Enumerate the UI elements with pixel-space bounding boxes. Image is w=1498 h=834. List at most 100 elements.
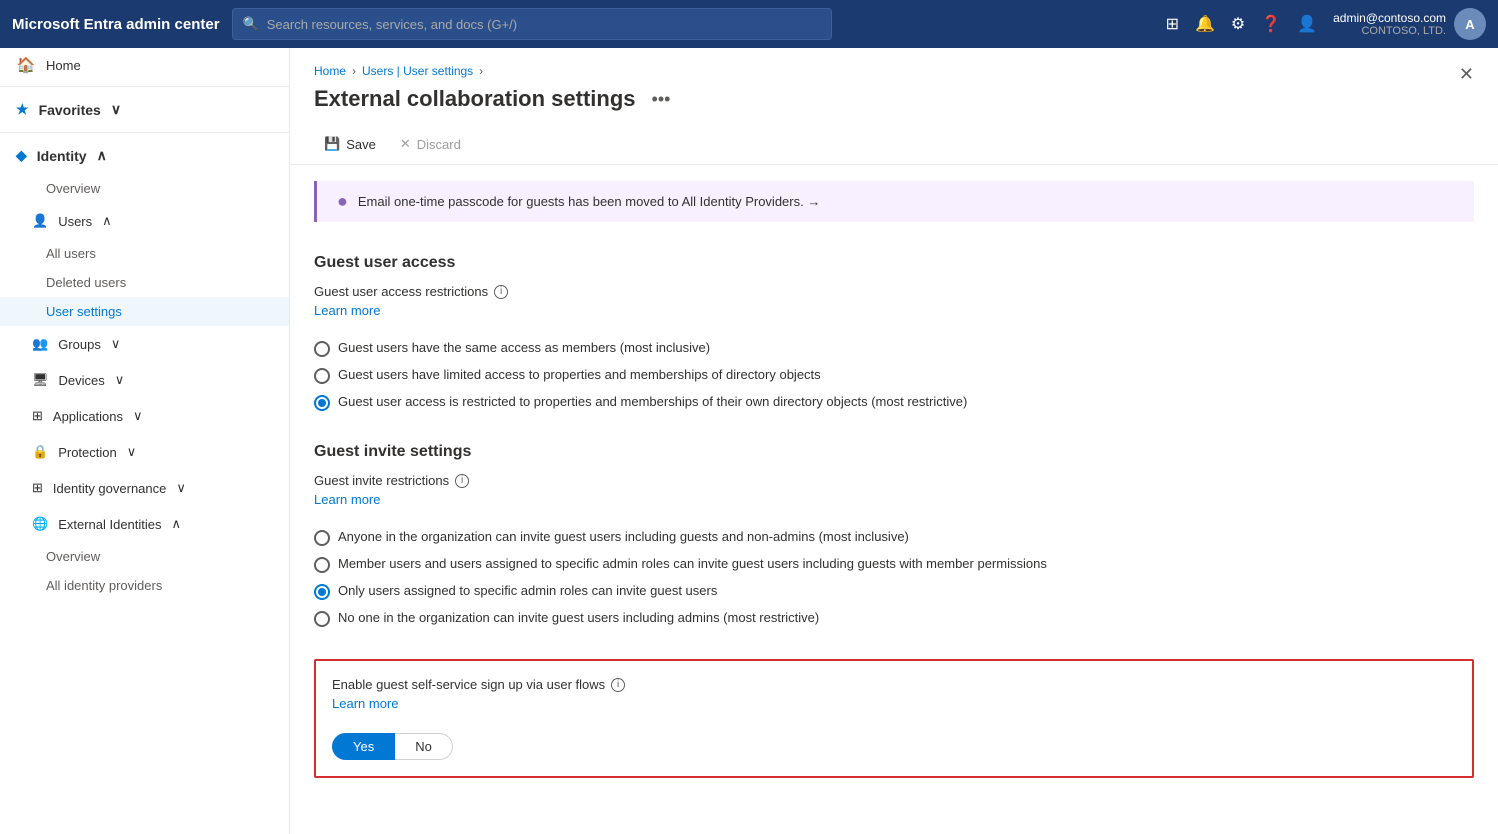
radio-invite-btn-1[interactable]: [314, 557, 330, 573]
self-service-info-icon[interactable]: i: [611, 678, 625, 692]
radio-invite-btn-2[interactable]: [314, 584, 330, 600]
divider-1: [0, 86, 289, 87]
home-icon: 🏠: [16, 56, 36, 74]
bell-icon[interactable]: 🔔: [1195, 14, 1215, 34]
overview-label: Overview: [46, 181, 100, 196]
applications-label: Applications: [53, 409, 123, 424]
sidebar-protection[interactable]: 🔒 Protection ∨: [0, 434, 289, 470]
sidebar-item-all-identity-providers[interactable]: All identity providers: [0, 571, 289, 600]
radio-invite-label-3: No one in the organization can invite gu…: [338, 610, 819, 625]
sidebar-devices[interactable]: 🖥 Devices ∨: [0, 362, 289, 398]
guest-invite-settings-section: Guest invite settings Guest invite restr…: [290, 427, 1498, 643]
guest-access-info-icon[interactable]: i: [494, 285, 508, 299]
breadcrumb-sep-2: ›: [479, 64, 483, 78]
self-service-label: Enable guest self-service sign up via us…: [332, 677, 1456, 692]
radio-btn-1[interactable]: [314, 368, 330, 384]
users-label: Users: [58, 214, 92, 229]
user-org: CONTOSO, LTD.: [1333, 25, 1446, 37]
sidebar-item-all-users[interactable]: All users: [0, 239, 289, 268]
guest-access-title: Guest user access: [314, 254, 1474, 272]
help-icon[interactable]: ❓: [1261, 14, 1281, 34]
sidebar-item-deleted-users[interactable]: Deleted users: [0, 268, 289, 297]
guest-invite-info-icon[interactable]: i: [455, 474, 469, 488]
feedback-icon[interactable]: 👤: [1297, 14, 1317, 34]
radio-invite-label-2: Only users assigned to specific admin ro…: [338, 583, 717, 598]
guest-access-learn-more[interactable]: Learn more: [314, 303, 380, 318]
self-service-box: Enable guest self-service sign up via us…: [314, 659, 1474, 778]
self-service-learn-more[interactable]: Learn more: [332, 696, 398, 711]
guest-invite-field-label: Guest invite restrictions i: [314, 473, 1474, 488]
sidebar-item-ext-overview[interactable]: Overview: [0, 542, 289, 571]
sidebar-external-identities[interactable]: 🌐 External Identities ∧: [0, 506, 289, 542]
user-info[interactable]: admin@contoso.com CONTOSO, LTD. A: [1333, 8, 1486, 40]
toggle-yes-button[interactable]: Yes: [332, 733, 395, 760]
notice-text: Email one-time passcode for guests has b…: [358, 194, 820, 209]
ellipsis-button[interactable]: •••: [646, 87, 677, 112]
sidebar-applications[interactable]: ⊞ Applications ∨: [0, 398, 289, 434]
external-icon: 🌐: [32, 516, 48, 532]
radio-label-2: Guest user access is restricted to prope…: [338, 394, 967, 409]
radio-invite-1[interactable]: Member users and users assigned to speci…: [314, 556, 1474, 573]
guest-user-access-section: Guest user access Guest user access rest…: [290, 238, 1498, 427]
identity-label: Identity: [37, 148, 87, 164]
radio-guest-access-0[interactable]: Guest users have the same access as memb…: [314, 340, 1474, 357]
sidebar-favorites[interactable]: ★ Favorites ∨: [0, 91, 289, 128]
radio-btn-2[interactable]: [314, 395, 330, 411]
top-nav-icons: ⊞ 🔔 ⚙ ❓ 👤 admin@contoso.com CONTOSO, LTD…: [1166, 8, 1486, 40]
search-icon: 🔍: [243, 16, 259, 32]
close-button[interactable]: ✕: [1459, 64, 1474, 85]
sidebar-identity[interactable]: ◆ Identity ∧: [0, 137, 289, 174]
chevron-applications-icon: ∨: [133, 408, 143, 424]
radio-invite-btn-3[interactable]: [314, 611, 330, 627]
radio-label-0: Guest users have the same access as memb…: [338, 340, 710, 355]
radio-invite-0[interactable]: Anyone in the organization can invite gu…: [314, 529, 1474, 546]
radio-btn-0[interactable]: [314, 341, 330, 357]
guest-access-radio-group: Guest users have the same access as memb…: [314, 340, 1474, 411]
radio-invite-btn-0[interactable]: [314, 530, 330, 546]
discard-icon: ✕: [400, 136, 411, 152]
search-placeholder: Search resources, services, and docs (G+…: [267, 17, 517, 32]
toggle-no-button[interactable]: No: [395, 733, 453, 760]
chevron-up-icon: ∧: [97, 147, 107, 164]
page-title: External collaboration settings: [314, 86, 636, 112]
applications-icon: ⊞: [32, 408, 43, 424]
chevron-external-icon: ∧: [172, 516, 182, 532]
external-identities-label: External Identities: [58, 517, 161, 532]
radio-guest-access-2[interactable]: Guest user access is restricted to prope…: [314, 394, 1474, 411]
user-settings-label: User settings: [46, 304, 122, 319]
search-bar[interactable]: 🔍 Search resources, services, and docs (…: [232, 8, 832, 40]
chevron-governance-icon: ∨: [176, 480, 186, 496]
governance-icon: ⊞: [32, 480, 43, 496]
discard-button[interactable]: ✕ Discard: [390, 132, 471, 156]
divider-2: [0, 132, 289, 133]
save-button[interactable]: 💾 Save: [314, 132, 386, 156]
sidebar-item-home[interactable]: 🏠 Home: [0, 48, 289, 82]
ext-overview-label: Overview: [46, 549, 100, 564]
radio-guest-access-1[interactable]: Guest users have limited access to prope…: [314, 367, 1474, 384]
notice-bar: ● Email one-time passcode for guests has…: [314, 181, 1474, 222]
sidebar-item-overview[interactable]: Overview: [0, 174, 289, 203]
diamond-icon: ◆: [16, 147, 27, 164]
radio-label-1: Guest users have limited access to prope…: [338, 367, 821, 382]
breadcrumb-home[interactable]: Home: [314, 64, 346, 78]
sidebar-identity-governance[interactable]: ⊞ Identity governance ∨: [0, 470, 289, 506]
radio-invite-3[interactable]: No one in the organization can invite gu…: [314, 610, 1474, 627]
avatar[interactable]: A: [1454, 8, 1486, 40]
breadcrumb: Home › Users | User settings ›: [290, 48, 1498, 86]
toolbar: 💾 Save ✕ Discard: [290, 124, 1498, 165]
radio-invite-2[interactable]: Only users assigned to specific admin ro…: [314, 583, 1474, 600]
guest-invite-learn-more[interactable]: Learn more: [314, 492, 380, 507]
content-area: ✕ Home › Users | User settings › Externa…: [290, 48, 1498, 834]
protection-label: Protection: [58, 445, 117, 460]
sidebar-groups[interactable]: 👥 Groups ∨: [0, 326, 289, 362]
sidebar-item-user-settings[interactable]: User settings: [0, 297, 289, 326]
notice-icon: ●: [337, 191, 348, 212]
discard-label: Discard: [417, 137, 461, 152]
sidebar-users[interactable]: 👤 Users ∧: [0, 203, 289, 239]
portal-icon[interactable]: ⊞: [1166, 14, 1179, 34]
guest-invite-title: Guest invite settings: [314, 443, 1474, 461]
top-navigation: Microsoft Entra admin center 🔍 Search re…: [0, 0, 1498, 48]
gear-icon[interactable]: ⚙: [1231, 14, 1245, 34]
breadcrumb-parent[interactable]: Users | User settings: [362, 64, 473, 78]
page-header: External collaboration settings •••: [290, 86, 1498, 124]
